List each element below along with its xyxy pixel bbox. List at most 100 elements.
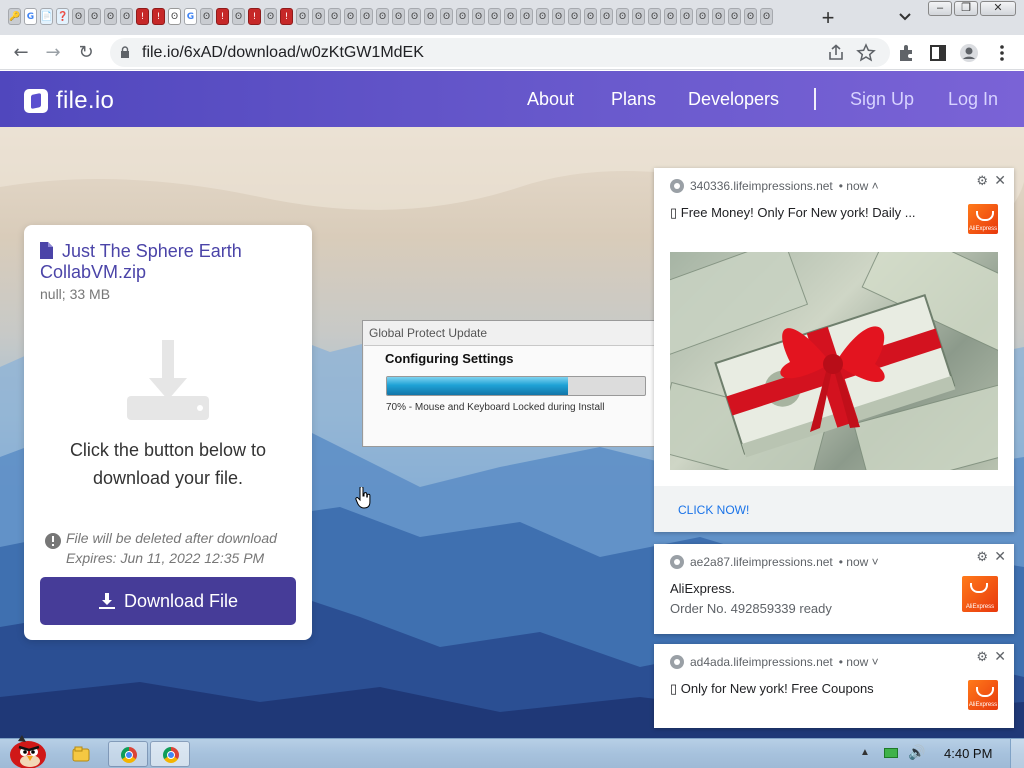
minimize-button[interactable]: – xyxy=(928,1,952,16)
close-icon[interactable]: ✕ xyxy=(994,173,1006,189)
notification-aliexpress-order[interactable]: ae2a87.lifeimpressions.net • now ˅ ⚙ ✕ A… xyxy=(654,544,1014,634)
click-now-link[interactable]: CLICK NOW! xyxy=(678,503,749,517)
browser-tab[interactable]: ʘ xyxy=(408,8,421,25)
clock[interactable]: 4:40 PM xyxy=(944,746,992,761)
site-header: file.io About Plans Developers Sign Up L… xyxy=(0,71,1024,127)
browser-tab[interactable]: ʘ xyxy=(360,8,373,25)
star-icon[interactable] xyxy=(856,43,876,63)
notification-cta[interactable]: CLICK NOW! xyxy=(654,486,1014,532)
browser-tab[interactable]: ʘ xyxy=(328,8,341,25)
browser-tab[interactable]: ʘ xyxy=(504,8,517,25)
browser-tab[interactable]: ʘ xyxy=(616,8,629,25)
battery-icon[interactable] xyxy=(884,748,898,758)
browser-tab[interactable]: ʘ xyxy=(648,8,661,25)
browser-tab[interactable]: ʘ xyxy=(440,8,453,25)
browser-tab[interactable]: ʘ xyxy=(760,8,773,25)
browser-tab[interactable]: G xyxy=(24,8,37,25)
browser-tab[interactable]: ʘ xyxy=(744,8,757,25)
taskbar-chrome-2[interactable] xyxy=(150,741,190,767)
browser-tab[interactable]: ʘ xyxy=(264,8,277,25)
notification-source: ae2a87.lifeimpressions.net xyxy=(690,555,833,569)
browser-tab[interactable]: ʘ xyxy=(456,8,469,25)
notification-free-coupons[interactable]: ad4ada.lifeimpressions.net • now ˅ ⚙ ✕ ▯… xyxy=(654,644,1014,728)
close-icon[interactable]: ✕ xyxy=(994,649,1006,665)
nav-about[interactable]: About xyxy=(527,89,574,110)
extensions-icon[interactable] xyxy=(896,43,916,63)
browser-tab[interactable]: ʘ xyxy=(536,8,549,25)
browser-tab[interactable]: ʘ xyxy=(232,8,245,25)
browser-tab[interactable]: ʘ xyxy=(72,8,85,25)
browser-tab[interactable]: ʘ xyxy=(104,8,117,25)
browser-tab[interactable]: ʘ xyxy=(520,8,533,25)
start-button-icon[interactable] xyxy=(4,733,50,768)
nav-divider xyxy=(814,88,816,110)
sidepanel-icon[interactable] xyxy=(928,43,948,63)
url-text[interactable]: file.io/6xAD/download/w0zKtGW1MdEK xyxy=(142,44,424,62)
download-file-button[interactable]: Download File xyxy=(40,577,296,625)
browser-tab[interactable]: ʘ xyxy=(488,8,501,25)
tray-expand-icon[interactable]: ▲ xyxy=(860,747,870,758)
close-icon[interactable]: ✕ xyxy=(994,549,1006,565)
volume-icon[interactable]: 🔊 xyxy=(908,745,925,761)
reload-button[interactable]: ↻ xyxy=(75,42,97,64)
browser-tab[interactable]: ʘ xyxy=(632,8,645,25)
browser-tab[interactable]: G xyxy=(184,8,197,25)
browser-tab[interactable]: ! xyxy=(248,8,261,25)
menu-icon[interactable] xyxy=(992,43,1012,63)
tab-search-button[interactable] xyxy=(896,7,914,27)
browser-tab[interactable]: ʘ xyxy=(120,8,133,25)
browser-tab[interactable]: ʘ xyxy=(344,8,357,25)
close-window-button[interactable]: ✕ xyxy=(980,1,1016,16)
browser-tab[interactable]: ʘ xyxy=(728,8,741,25)
show-desktop-button[interactable] xyxy=(1010,739,1024,768)
browser-tab[interactable]: ʘ xyxy=(472,8,485,25)
info-icon xyxy=(45,533,61,549)
nav-signup[interactable]: Sign Up xyxy=(850,89,914,110)
browser-tab[interactable]: ʘ xyxy=(568,8,581,25)
nav-developers[interactable]: Developers xyxy=(688,89,779,110)
window-title: Global Protect Update xyxy=(369,326,488,340)
gear-icon[interactable]: ⚙ xyxy=(976,650,988,665)
gear-icon[interactable]: ⚙ xyxy=(976,174,988,189)
nav-login[interactable]: Log In xyxy=(948,89,998,110)
explorer-icon[interactable] xyxy=(72,745,90,763)
browser-tab[interactable]: ʘ xyxy=(312,8,325,25)
download-tray-icon xyxy=(127,340,209,420)
profile-icon[interactable] xyxy=(959,43,979,63)
restore-button[interactable]: ❐ xyxy=(954,1,978,16)
browser-tab[interactable]: ʘ xyxy=(392,8,405,25)
address-bar[interactable]: file.io/6xAD/download/w0zKtGW1MdEK xyxy=(110,38,890,67)
taskbar-chrome-1[interactable] xyxy=(108,741,148,767)
browser-tab[interactable]: ʘ xyxy=(168,8,181,25)
browser-tab[interactable]: ! xyxy=(216,8,229,25)
global-protect-window[interactable]: Global Protect Update Configuring Settin… xyxy=(362,320,656,447)
browser-tab[interactable]: ! xyxy=(136,8,149,25)
browser-tab[interactable]: 🔑 xyxy=(8,8,21,25)
browser-tab[interactable]: ʘ xyxy=(696,8,709,25)
gear-icon[interactable]: ⚙ xyxy=(976,550,988,565)
browser-tab[interactable]: ʘ xyxy=(296,8,309,25)
browser-tab[interactable]: ! xyxy=(280,8,293,25)
browser-tab[interactable]: ʘ xyxy=(712,8,725,25)
browser-tab[interactable]: ʘ xyxy=(584,8,597,25)
back-button[interactable]: ← xyxy=(10,42,32,64)
new-tab-button[interactable]: + xyxy=(817,5,839,30)
browser-tab[interactable]: ʘ xyxy=(424,8,437,25)
browser-tab[interactable]: ʘ xyxy=(376,8,389,25)
browser-tab[interactable]: ʘ xyxy=(600,8,613,25)
browser-tab[interactable]: ʘ xyxy=(88,8,101,25)
browser-tab[interactable]: ❓ xyxy=(56,8,69,25)
share-icon[interactable] xyxy=(826,43,846,63)
browser-tab[interactable]: ! xyxy=(152,8,165,25)
forward-button[interactable]: → xyxy=(42,42,64,64)
browser-tab[interactable]: ʘ xyxy=(552,8,565,25)
browser-tab[interactable]: ʘ xyxy=(664,8,677,25)
nav-plans[interactable]: Plans xyxy=(611,89,656,110)
site-logo[interactable]: file.io xyxy=(24,87,114,115)
notification-free-money[interactable]: 340336.lifeimpressions.net • now ˄ ⚙ ✕ ▯… xyxy=(654,168,1014,532)
chrome-logo-icon xyxy=(163,747,179,763)
file-meta: null; 33 MB xyxy=(40,286,111,302)
browser-tab[interactable]: 📄 xyxy=(40,8,53,25)
browser-tab[interactable]: ʘ xyxy=(680,8,693,25)
browser-tab[interactable]: ʘ xyxy=(200,8,213,25)
